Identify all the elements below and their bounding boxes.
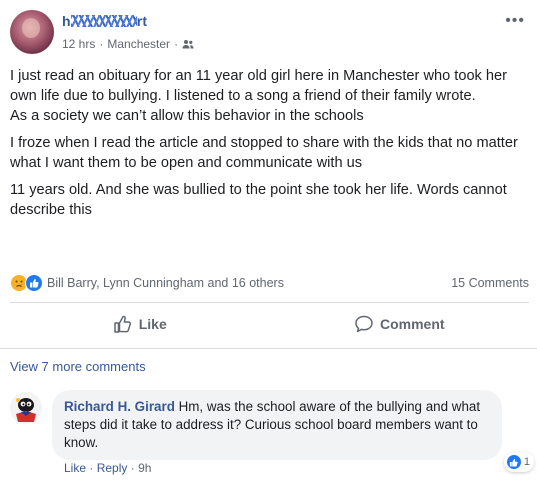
post-author[interactable]: h rt bbox=[62, 13, 147, 29]
author-name-end: rt bbox=[136, 13, 148, 29]
comments-section: View 7 more comments Richard H. Girard H… bbox=[0, 349, 537, 486]
post-paragraph: 11 years old. And she was bullied to the… bbox=[10, 182, 507, 218]
separator: · bbox=[89, 461, 97, 475]
post-paragraph: I just read an obituary for an 11 year o… bbox=[10, 68, 507, 124]
comment-button[interactable]: Comment bbox=[270, 309, 530, 339]
post-actions: Like Comment bbox=[10, 309, 529, 339]
comment-label: Comment bbox=[379, 316, 445, 332]
cartoon-avatar-icon bbox=[10, 392, 42, 424]
post-header: h rt 12 hrs · Manchester · ••• bbox=[10, 10, 537, 60]
post-time[interactable]: 12 hrs bbox=[62, 37, 95, 51]
reaction-icons[interactable] bbox=[10, 274, 43, 292]
comment-reply-link[interactable]: Reply bbox=[97, 461, 128, 475]
meta-separator: · bbox=[174, 37, 179, 51]
comment-reaction-count: 1 bbox=[523, 456, 530, 468]
reactors-list[interactable]: Bill Barry, Lynn Cunningham and 16 other… bbox=[47, 276, 451, 290]
post-meta: 12 hrs · Manchester · bbox=[62, 37, 194, 51]
post-paragraph: I froze when I read the article and stop… bbox=[10, 135, 518, 171]
group-audience-icon[interactable] bbox=[182, 39, 194, 49]
comment-actions: Like · Reply · 9h bbox=[64, 461, 151, 475]
comment-bubble: Richard H. Girard Hm, was the school awa… bbox=[52, 390, 534, 472]
comment-author[interactable]: Richard H. Girard bbox=[64, 399, 175, 414]
separator: · bbox=[130, 461, 139, 475]
view-more-comments-link[interactable]: View 7 more comments bbox=[10, 359, 146, 374]
comment-reaction-badge[interactable]: 1 bbox=[503, 452, 534, 472]
redaction-scribble bbox=[70, 15, 137, 27]
reactions-summary: Bill Barry, Lynn Cunningham and 16 other… bbox=[10, 272, 529, 294]
meta-separator: · bbox=[99, 37, 104, 51]
divider bbox=[10, 302, 529, 303]
like-reaction-icon bbox=[25, 274, 43, 292]
thumbs-up-icon bbox=[113, 315, 131, 333]
comment-like-link[interactable]: Like bbox=[64, 461, 86, 475]
more-options-icon[interactable]: ••• bbox=[505, 13, 525, 29]
author-name-start: h bbox=[62, 13, 71, 29]
comments-count[interactable]: 15 Comments bbox=[451, 276, 529, 290]
post-location[interactable]: Manchester bbox=[107, 37, 170, 51]
comment-time[interactable]: 9h bbox=[138, 461, 151, 475]
like-label: Like bbox=[138, 316, 167, 332]
post-text: I just read an obituary for an 11 year o… bbox=[10, 66, 530, 227]
like-reaction-icon bbox=[505, 454, 522, 470]
author-avatar[interactable] bbox=[10, 10, 54, 54]
like-button[interactable]: Like bbox=[10, 309, 270, 339]
commenter-avatar[interactable] bbox=[10, 392, 42, 424]
comment-bubble-icon bbox=[355, 315, 373, 333]
